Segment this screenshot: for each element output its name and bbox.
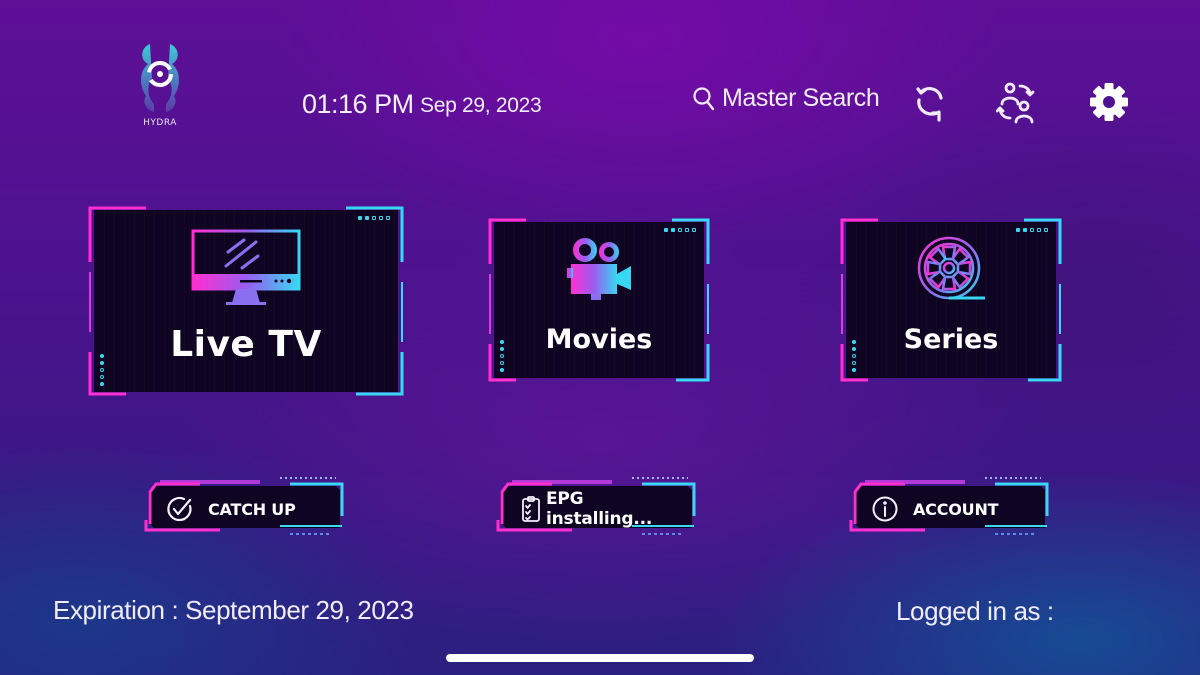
tile-live-tv[interactable]: Live TV — [86, 202, 406, 400]
film-reel-icon — [917, 236, 985, 300]
tile-corner-dots — [1016, 228, 1048, 232]
search-icon — [693, 86, 715, 110]
expiration-text: Expiration : September 29, 2023 — [53, 595, 414, 625]
master-search-label: Master Search — [722, 84, 880, 112]
clock-time: 01:16 PM — [302, 89, 414, 119]
tile-label: Series — [903, 324, 999, 355]
clock-date: Sep 29, 2023 — [420, 94, 542, 117]
settings-button[interactable] — [1088, 80, 1130, 126]
settings-gear-icon — [1090, 83, 1128, 121]
tile-series[interactable]: Series — [838, 214, 1064, 386]
hydra-logo: HYDRA — [132, 38, 188, 130]
home-indicator[interactable] — [446, 654, 754, 662]
switch-user-icon — [995, 82, 1035, 124]
check-circle-icon — [167, 496, 192, 522]
tile-corner-dots — [664, 228, 696, 232]
account-button[interactable]: ACCOUNT — [845, 474, 1051, 538]
epg-status-label: EPG installing... — [546, 489, 653, 529]
info-circle-icon — [872, 496, 898, 522]
tile-label: Movies — [545, 324, 653, 355]
tile-movies[interactable]: Movies — [486, 214, 712, 386]
clipboard-checklist-icon — [522, 496, 540, 522]
refresh-button[interactable] — [909, 80, 951, 126]
movie-camera-icon — [567, 238, 631, 300]
logged-in-text: Logged in as : — [896, 596, 1054, 626]
tile-corner-dots — [358, 216, 390, 220]
tile-label: Live TV — [170, 324, 322, 365]
catch-up-button[interactable]: CATCH UP — [140, 474, 346, 538]
logo-text: HYDRA — [143, 118, 177, 128]
hydra-seahorse-icon — [141, 44, 179, 112]
switch-user-button[interactable] — [995, 80, 1038, 126]
master-search-button[interactable]: Master Search — [692, 84, 880, 113]
account-label: ACCOUNT — [913, 499, 999, 519]
epg-button[interactable]: EPG installing... — [492, 474, 698, 538]
tv-monitor-icon — [191, 229, 301, 305]
refresh-icon — [916, 87, 943, 122]
catch-up-label: CATCH UP — [208, 499, 296, 519]
